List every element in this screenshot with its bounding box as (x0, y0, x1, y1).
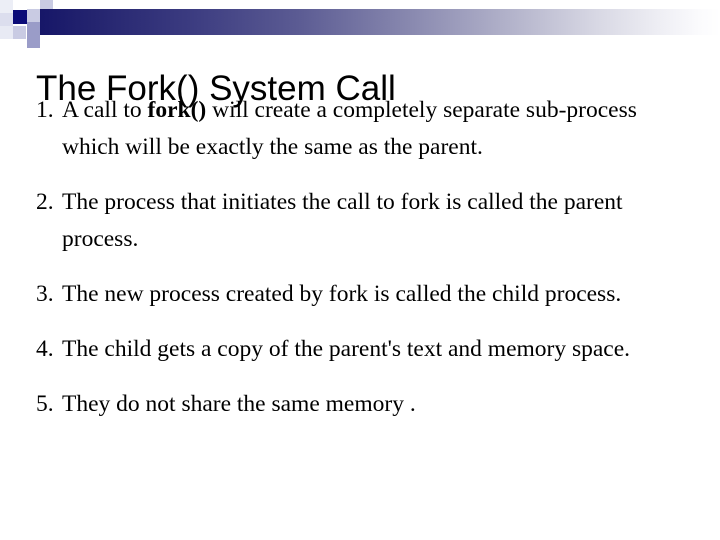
mosaic-square (0, 0, 13, 13)
list-item-text: They do not share the same memory . (62, 391, 416, 417)
list-item-number: 5. (36, 391, 54, 417)
list-item-text: A call to fork() will create a completel… (62, 92, 692, 166)
mosaic-square (40, 0, 53, 9)
list-item-number: 1. (36, 97, 54, 123)
list-item: 3. The new process created by fork is ca… (36, 276, 692, 313)
mosaic-square (27, 22, 40, 35)
list-item: 5. They do not share the same memory . (36, 386, 692, 423)
list-item-number: 2. (36, 189, 54, 215)
list-item: 2. The process that initiates the call t… (36, 184, 692, 258)
mosaic-square (40, 35, 53, 46)
mosaic-square (27, 9, 40, 22)
mosaic-square (0, 26, 13, 39)
list-item-text: The process that initiates the call to f… (62, 189, 623, 252)
gradient-bar (39, 9, 720, 35)
mosaic-square (26, 0, 39, 9)
mosaic-square (27, 35, 40, 48)
list-item: 1. A call to fork() will create a comple… (36, 92, 692, 166)
list-item-number: 4. (36, 336, 54, 362)
mosaic-square (13, 10, 27, 24)
inline-code-fork: fork() (147, 97, 207, 123)
list-item-number: 3. (36, 281, 54, 307)
list-item: 4. The child gets a copy of the parent's… (36, 331, 692, 368)
list-item-text: The new process created by fork is calle… (62, 281, 622, 307)
list-item-text-part: A call to (62, 97, 148, 123)
mosaic-square (53, 0, 66, 9)
mosaic-square (0, 13, 13, 26)
list-item-text: The child gets a copy of the parent's te… (62, 336, 631, 362)
presentation-slide: The Fork() System Call 1. A call to fork… (0, 0, 720, 540)
slide-body-list: 1. A call to fork() will create a comple… (36, 92, 692, 423)
mosaic-square (13, 26, 26, 39)
decorative-header-graphic (0, 0, 720, 48)
